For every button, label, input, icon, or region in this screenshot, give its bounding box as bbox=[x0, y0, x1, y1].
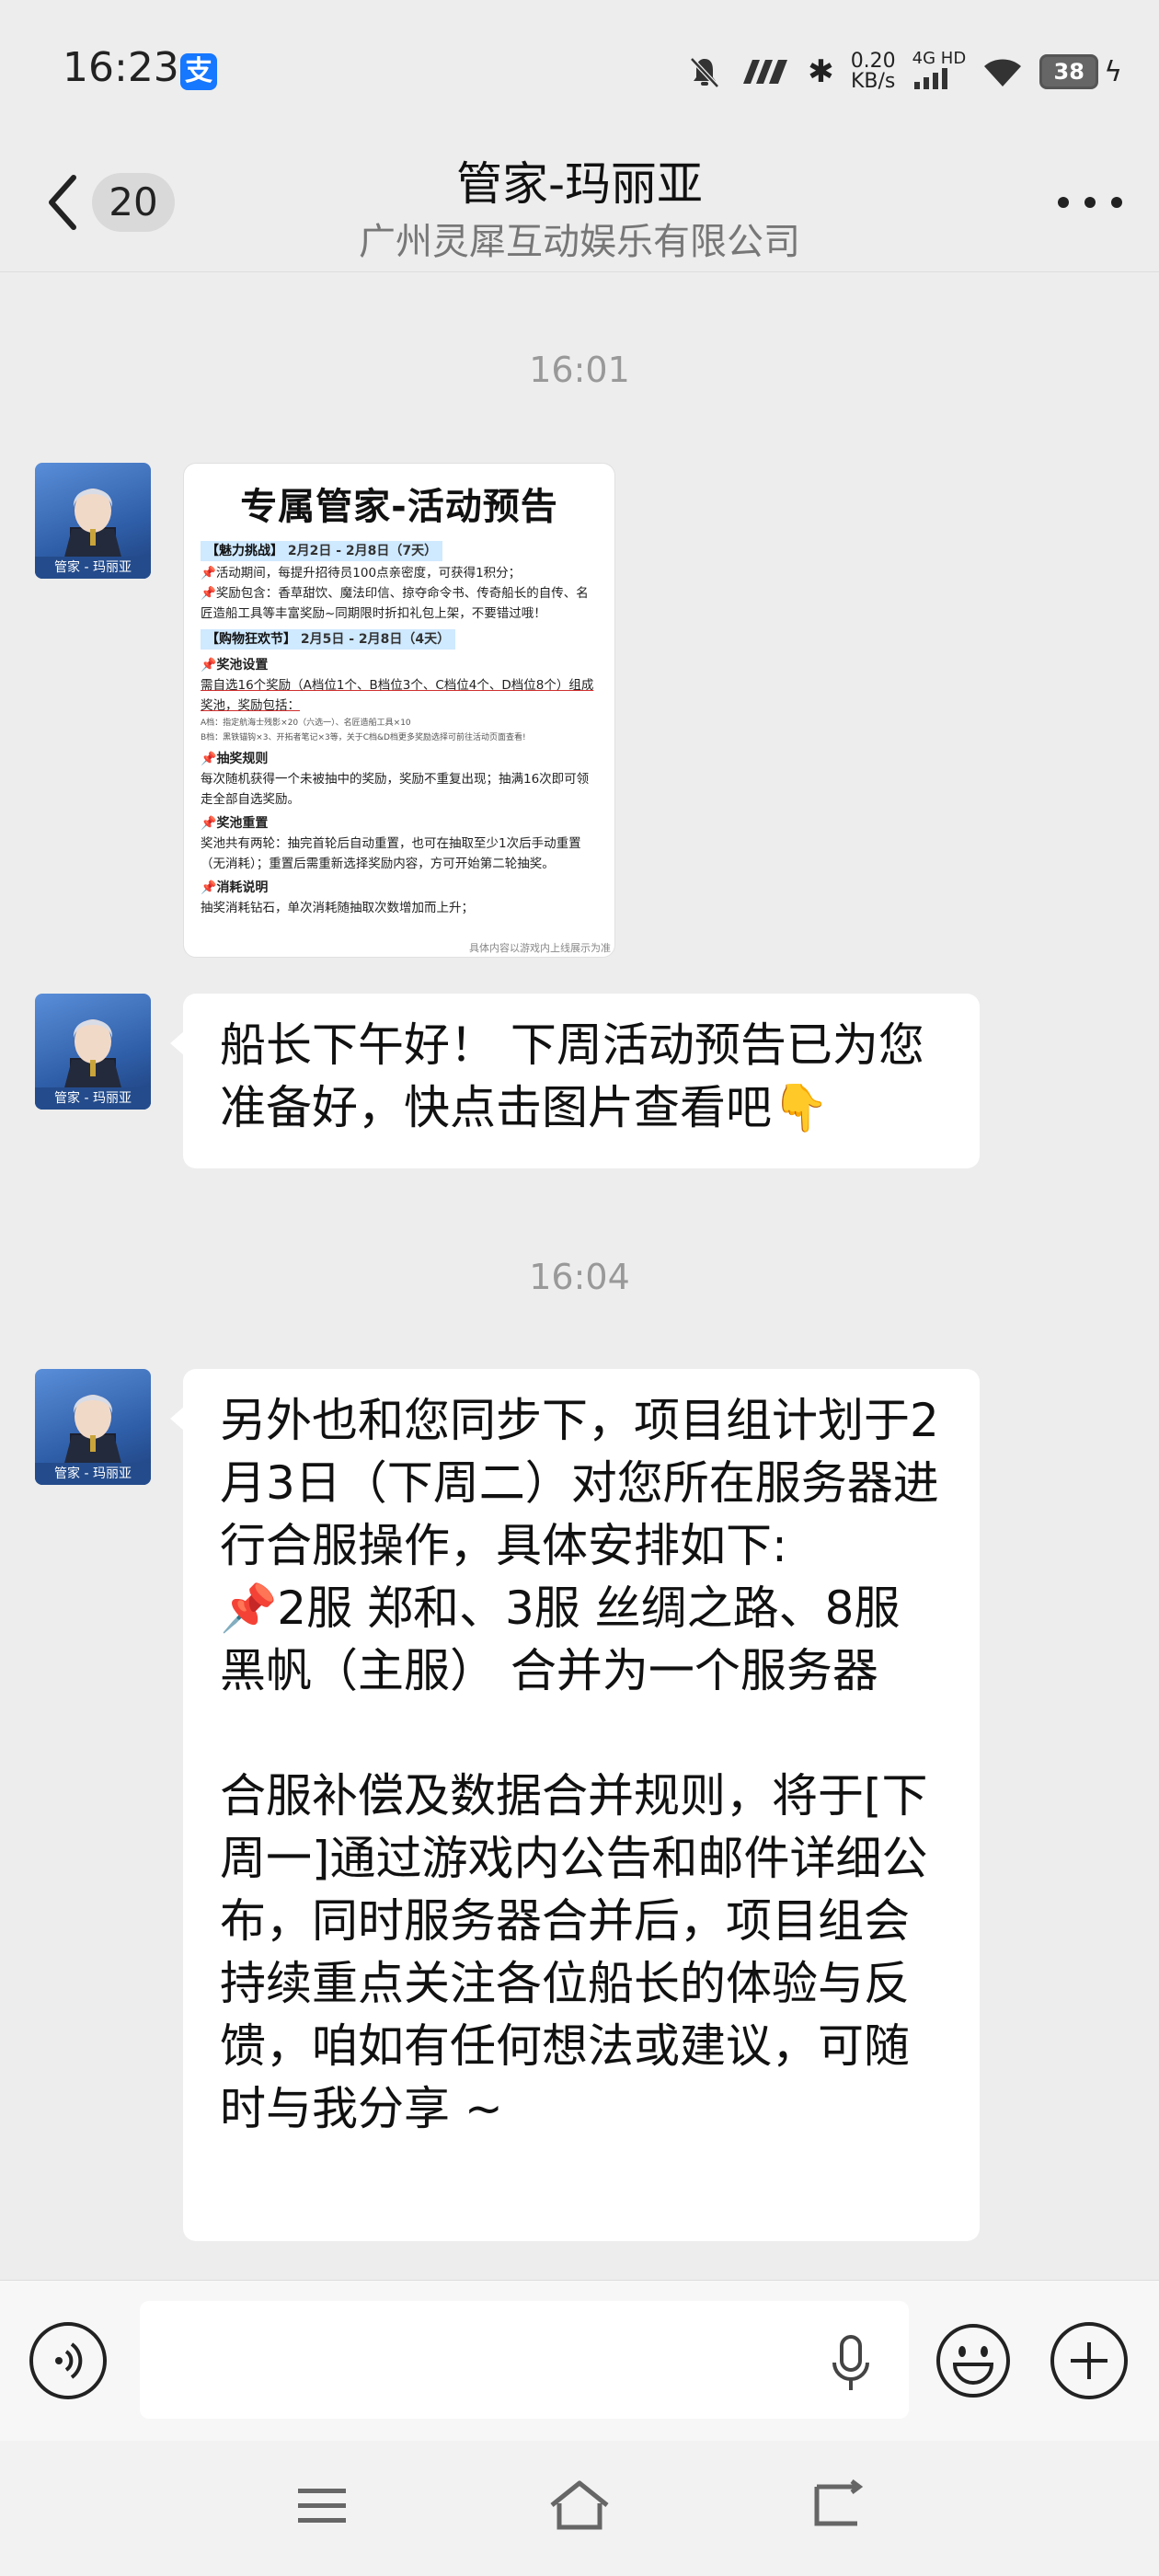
bluetooth-icon: ✱ bbox=[808, 53, 834, 90]
status-indicators: ✱ 0.20 KB/s 4G HD 38 ϟ bbox=[686, 44, 1122, 99]
chat-input-bar bbox=[0, 2280, 1159, 2442]
message-text: 船长下午好！ 下周活动预告已为您准备好，快点击图片查看吧👇 bbox=[220, 1018, 924, 1134]
pin-icon: 📌 bbox=[201, 566, 216, 581]
plus-icon[interactable] bbox=[1050, 2322, 1128, 2399]
pin-icon: 📌 bbox=[201, 816, 217, 831]
pin-icon: 📌 bbox=[201, 586, 216, 601]
charging-icon: ϟ bbox=[1104, 55, 1122, 88]
emoji-icon[interactable] bbox=[935, 2322, 1012, 2399]
message-input[interactable] bbox=[140, 2301, 909, 2419]
status-bar: 16:23 支 ✱ 0.20 KB/s 4G HD 38 ϟ bbox=[0, 0, 1159, 138]
message-text: 另外也和您同步下，项目组计划于2月3日（下周二）对您所在服务器进行合服操作，具体… bbox=[220, 1394, 939, 1697]
avatar-caption: 管家 - 玛丽亚 bbox=[35, 1087, 151, 1110]
poster-body: 【魅力挑战】 2月2日 - 2月8日（7天） 📌活动期间，每提升招待员100点亲… bbox=[184, 535, 614, 918]
status-time: 16:23 bbox=[63, 44, 179, 91]
pin-icon: 📌 bbox=[201, 752, 217, 766]
poster-section-shopping: 【购物狂欢节】 2月5日 - 2月8日（4天） bbox=[201, 629, 456, 650]
pin-icon: 📌 bbox=[201, 658, 217, 673]
activity-preview-image[interactable]: 专属管家-活动预告 【魅力挑战】 2月2日 - 2月8日（7天） 📌活动期间，每… bbox=[183, 463, 615, 958]
microphone-icon[interactable] bbox=[823, 2331, 878, 2396]
poster-section-charm: 【魅力挑战】 2月2日 - 2月8日（7天） bbox=[201, 541, 443, 561]
alipay-notification-icon: 支 bbox=[180, 53, 217, 90]
chat-subtitle: 广州灵犀互动娱乐有限公司 bbox=[359, 221, 800, 263]
system-nav-bar bbox=[0, 2441, 1159, 2576]
more-dots-icon[interactable] bbox=[1058, 175, 1122, 230]
avatar-caption: 管家 - 玛丽亚 bbox=[35, 557, 151, 579]
pin-icon: 📌 bbox=[201, 880, 217, 895]
poster-footer: 具体内容以游戏内上线展示为准 bbox=[469, 942, 611, 954]
battery-indicator: 38 ϟ bbox=[1039, 54, 1122, 89]
chat-title: 管家-玛丽亚 bbox=[455, 157, 704, 211]
avatar[interactable]: 管家 - 玛丽亚 bbox=[35, 994, 151, 1110]
message-text: 合服补偿及数据合并规则，将于[下周一]通过游戏内公告和邮件详细公布，同时服务器合… bbox=[220, 1769, 928, 2135]
avatar[interactable]: 管家 - 玛丽亚 bbox=[35, 463, 151, 579]
message-timestamp: 16:01 bbox=[529, 350, 630, 390]
avatar[interactable]: 管家 - 玛丽亚 bbox=[35, 1369, 151, 1485]
voice-icon[interactable] bbox=[29, 2322, 107, 2399]
message-bubble[interactable]: 船长下午好！ 下周活动预告已为您准备好，快点击图片查看吧👇 bbox=[170, 994, 980, 1168]
mute-bell-icon bbox=[690, 57, 720, 88]
message-bubble[interactable]: 另外也和您同步下，项目组计划于2月3日（下周二）对您所在服务器进行合服操作，具体… bbox=[170, 1369, 980, 2241]
battery-level: 38 bbox=[1039, 54, 1099, 89]
wifi-icon bbox=[984, 59, 1022, 86]
poster-title: 专属管家-活动预告 bbox=[240, 486, 558, 528]
signal-bars-icon bbox=[913, 68, 947, 89]
cellular-signal: 4G HD bbox=[912, 51, 966, 93]
chat-header: 20 管家-玛丽亚 广州灵犀互动娱乐有限公司 bbox=[0, 138, 1159, 272]
home-icon[interactable] bbox=[546, 2478, 613, 2533]
hd-call-icon bbox=[743, 60, 788, 84]
menu-icon[interactable] bbox=[294, 2483, 350, 2529]
message-timestamp: 16:04 bbox=[529, 1257, 630, 1297]
avatar-caption: 管家 - 玛丽亚 bbox=[35, 1463, 151, 1485]
back-icon[interactable] bbox=[808, 2479, 866, 2531]
net-speed: 0.20 KB/s bbox=[850, 50, 896, 93]
